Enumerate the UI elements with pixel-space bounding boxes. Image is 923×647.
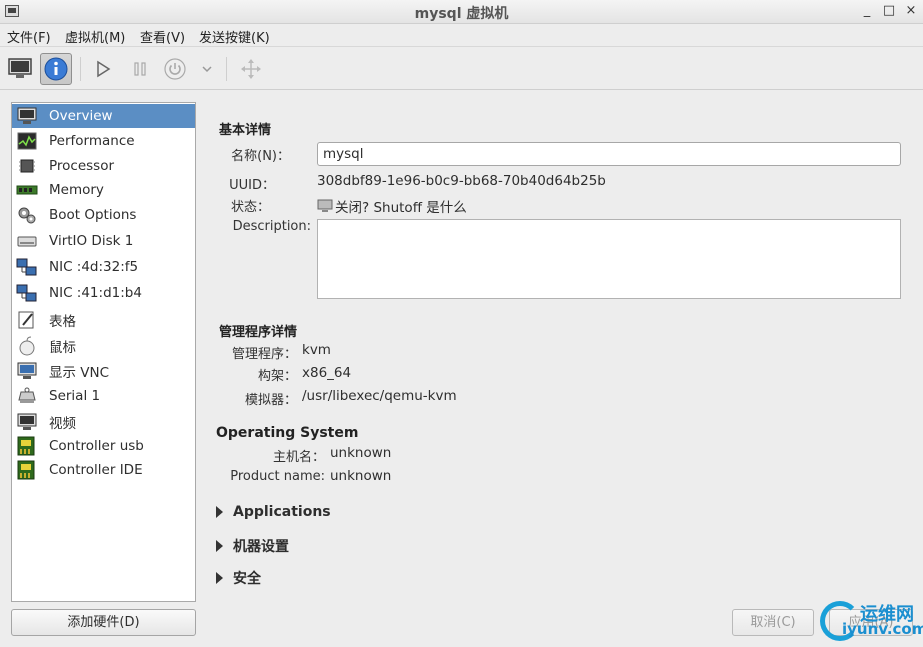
expander-arrow-icon (216, 506, 223, 518)
add-hardware-button[interactable]: 添加硬件(D) (11, 609, 196, 636)
move-icon (241, 59, 261, 79)
play-icon (97, 60, 111, 78)
hypervisor-value: kvm (302, 342, 331, 358)
product-name-label: Product name: (230, 469, 325, 484)
cancel-button[interactable]: 取消(C) (732, 609, 814, 636)
hw-item-boot-options[interactable]: Boot Options (12, 203, 195, 227)
hostname-label: 主机名： (272, 450, 325, 465)
gears-icon (16, 205, 38, 225)
security-expander[interactable]: 安全 (216, 568, 261, 588)
menu-view[interactable]: 查看(V) (140, 27, 185, 46)
hw-item-virtio-disk[interactable]: VirtIO Disk 1 (12, 229, 195, 253)
close-button[interactable]: × (902, 2, 920, 20)
pause-button[interactable] (124, 53, 156, 85)
network-icon (16, 283, 38, 303)
serial-icon (16, 386, 38, 406)
monitor-icon (8, 58, 32, 78)
hw-item-controller-ide[interactable]: Controller IDE (12, 458, 195, 482)
window-titlebar: mysql 虚拟机 _ □ × (0, 0, 923, 24)
hw-item-performance[interactable]: Performance (12, 129, 195, 153)
watermark-logo: 运维网 iyunv.com (818, 598, 923, 647)
network-icon (16, 257, 38, 277)
shutoff-monitor-icon (317, 199, 333, 212)
monitor-icon (16, 106, 38, 126)
applications-expander[interactable]: Applications (216, 504, 331, 520)
description-label: Description: (232, 219, 311, 234)
info-icon (44, 57, 68, 81)
product-name-value: unknown (330, 468, 392, 484)
name-label: 名称(N)： (231, 149, 290, 164)
chart-icon (16, 131, 38, 151)
memory-icon (16, 180, 38, 200)
hw-item-nic-2[interactable]: NIC :41:d1:b4 (12, 281, 195, 305)
menu-file[interactable]: 文件(F) (7, 27, 51, 46)
pause-icon (134, 62, 146, 76)
status-value: 关闭? Shutoff 是什么 (335, 200, 467, 216)
fullscreen-button[interactable] (235, 53, 267, 85)
display-icon (16, 361, 38, 381)
cpu-icon (16, 156, 38, 176)
menu-bar: 文件(F) 虚拟机(M) 查看(V) 发送按键(K) (0, 24, 923, 47)
hostname-value: unknown (330, 445, 392, 461)
details-button[interactable] (40, 53, 72, 85)
power-icon (164, 58, 186, 80)
hw-item-controller-usb[interactable]: Controller usb (12, 434, 195, 458)
description-textarea[interactable] (317, 219, 901, 299)
toolbar (0, 48, 923, 90)
mouse-icon (16, 336, 38, 356)
status-value-row: 关闭? Shutoff 是什么 (317, 196, 467, 216)
disk-icon (16, 231, 38, 251)
hw-item-mouse[interactable]: 鼠标 (12, 334, 195, 358)
status-label: 状态： (230, 200, 270, 215)
os-title: Operating System (216, 425, 359, 441)
name-input[interactable]: mysql (317, 142, 901, 166)
hardware-list: Overview Performance Processor Memory Bo… (11, 102, 196, 602)
minimize-button[interactable]: _ (858, 2, 876, 20)
hw-item-tablet[interactable]: 表格 (12, 308, 195, 332)
hw-item-nic-1[interactable]: NIC :4d:32:f5 (12, 255, 195, 279)
architecture-label: 构架： (257, 369, 297, 384)
expander-arrow-icon (216, 572, 223, 584)
menu-send-key[interactable]: 发送按键(K) (199, 27, 270, 46)
uuid-label: UUID： (229, 178, 275, 193)
emulator-label: 模拟器： (244, 393, 297, 408)
emulator-value: /usr/libexec/qemu-kvm (302, 388, 457, 404)
machine-settings-expander[interactable]: 机器设置 (216, 536, 289, 556)
hypervisor-details-title: 管理程序详情 (219, 325, 298, 340)
basic-details-title: 基本详情 (219, 123, 272, 138)
video-icon (16, 412, 38, 432)
hw-item-processor[interactable]: Processor (12, 154, 195, 178)
run-button[interactable] (87, 53, 119, 85)
maximize-button[interactable]: □ (880, 2, 898, 20)
expander-arrow-icon (216, 540, 223, 552)
shutdown-button[interactable] (159, 53, 191, 85)
shutdown-menu-button[interactable] (191, 53, 223, 85)
hw-item-memory[interactable]: Memory (12, 178, 195, 202)
menu-vm[interactable]: 虚拟机(M) (65, 27, 125, 46)
uuid-value: 308dbf89-1e96-b0c9-bb68-70b40d64b25b (317, 173, 606, 189)
hw-item-overview[interactable]: Overview (12, 104, 195, 128)
console-button[interactable] (4, 53, 36, 85)
chevron-down-icon (202, 66, 212, 73)
tablet-icon (16, 310, 38, 330)
hw-item-display-vnc[interactable]: 显示 VNC (12, 359, 195, 383)
hw-item-serial[interactable]: Serial 1 (12, 384, 195, 408)
hypervisor-label: 管理程序： (231, 347, 297, 362)
hw-item-video[interactable]: 视频 (12, 410, 195, 434)
controller-icon (16, 436, 38, 456)
architecture-value: x86_64 (302, 365, 352, 381)
window-title: mysql 虚拟机 (414, 6, 509, 22)
controller-icon (16, 460, 38, 480)
